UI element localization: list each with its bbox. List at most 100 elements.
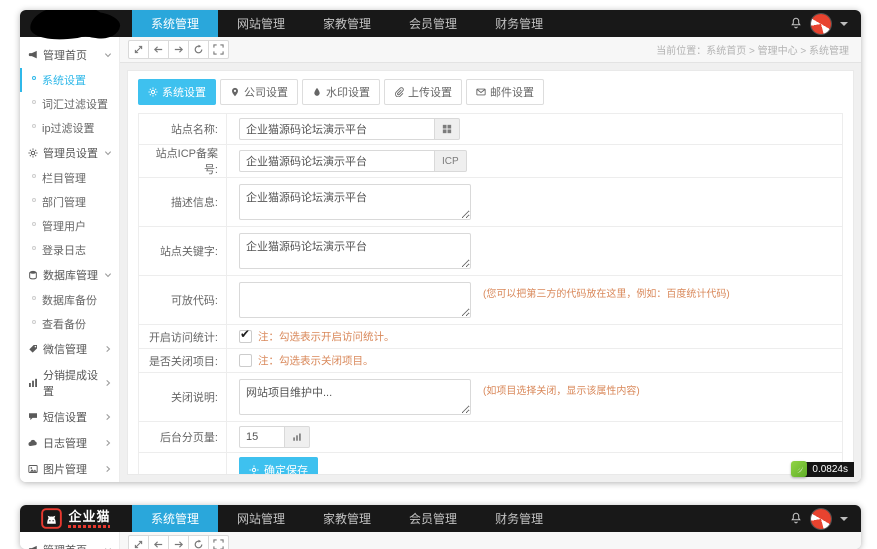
bullet-dot bbox=[32, 246, 36, 250]
sidebar-group-database[interactable]: 数据库管理 bbox=[20, 262, 119, 288]
sidebar-item-system-settings[interactable]: 系统设置 bbox=[20, 68, 119, 92]
cat-logo-icon bbox=[41, 508, 62, 529]
brand-logo[interactable]: 企业猫 bbox=[20, 505, 132, 532]
sidebar-item-admin-users[interactable]: 管理用户 bbox=[20, 214, 119, 238]
close-note-textarea[interactable]: 网站项目维护中... bbox=[239, 379, 471, 415]
forward-arrow-button[interactable] bbox=[168, 535, 189, 549]
chevron-down-icon[interactable] bbox=[840, 517, 848, 525]
nav-tab-finance[interactable]: 财务管理 bbox=[476, 505, 562, 532]
comment-icon bbox=[28, 412, 38, 422]
tab-mail-settings[interactable]: 邮件设置 bbox=[466, 79, 544, 105]
sidebar-item-label: 栏目管理 bbox=[42, 170, 86, 186]
form-row-submit: 确定保存 bbox=[139, 453, 842, 475]
megaphone-icon bbox=[28, 545, 38, 549]
nav-tab-member[interactable]: 会员管理 bbox=[390, 10, 476, 37]
visit-stats-checkbox[interactable] bbox=[239, 330, 252, 343]
nav-tab-website[interactable]: 网站管理 bbox=[218, 505, 304, 532]
field-label: 后台分页量: bbox=[139, 422, 227, 452]
tag-icon bbox=[28, 344, 38, 354]
sidebar-group-admin-settings[interactable]: 管理员设置 bbox=[20, 140, 119, 166]
sidebar-group-commission[interactable]: 分销提成设置 bbox=[20, 362, 119, 404]
cloud-icon bbox=[28, 438, 38, 448]
bullet-dot bbox=[32, 320, 36, 324]
resize-diagonal-button[interactable] bbox=[128, 535, 149, 549]
toolbar-button-group bbox=[128, 535, 229, 549]
sidebar-group-admin-home[interactable]: 管理首页 bbox=[20, 537, 119, 549]
save-button[interactable]: 确定保存 bbox=[239, 457, 318, 475]
bar-chart-icon bbox=[28, 378, 38, 388]
nav-tab-system[interactable]: 系统管理 bbox=[132, 505, 218, 532]
refresh-button[interactable] bbox=[188, 535, 209, 549]
grid-addon-button[interactable] bbox=[435, 118, 460, 140]
sidebar-item-db-backup[interactable]: 数据库备份 bbox=[20, 288, 119, 312]
content-area: 当前位置：系统首页 > 管理中心 > 系统管理 系统设置 公司设置 bbox=[120, 37, 861, 482]
page-speed-indicator: 0.0824s bbox=[791, 461, 854, 477]
chevron-down-icon bbox=[104, 271, 112, 279]
close-project-checkbox[interactable] bbox=[239, 354, 252, 367]
user-avatar[interactable] bbox=[811, 14, 831, 34]
breadcrumb: 当前位置：系统首页 > 管理中心 > 系统管理 bbox=[656, 42, 849, 57]
nav-right-cluster bbox=[790, 10, 861, 37]
nav-tab-system[interactable]: 系统管理 bbox=[132, 10, 218, 37]
back-arrow-button[interactable] bbox=[148, 40, 169, 59]
tab-watermark-settings[interactable]: 水印设置 bbox=[302, 79, 380, 105]
tab-system-settings[interactable]: 系统设置 bbox=[138, 79, 216, 105]
icp-number-input[interactable] bbox=[239, 150, 435, 172]
forward-arrow-button[interactable] bbox=[168, 40, 189, 59]
sidebar-group-logs[interactable]: 日志管理 bbox=[20, 430, 119, 456]
description-textarea[interactable]: 企业猫源码论坛演示平台 bbox=[239, 184, 471, 220]
sidebar-group-wechat[interactable]: 微信管理 bbox=[20, 336, 119, 362]
sidebar-group-admin-home[interactable]: 管理首页 bbox=[20, 42, 119, 68]
form-row-page-size: 后台分页量: bbox=[139, 422, 842, 453]
nav-tab-website[interactable]: 网站管理 bbox=[218, 10, 304, 37]
field-label: 关闭说明: bbox=[139, 373, 227, 421]
keywords-textarea[interactable]: 企业猫源码论坛演示平台 bbox=[239, 233, 471, 269]
toolbar-button-group bbox=[128, 40, 229, 59]
form-row-description: 描述信息: 企业猫源码论坛演示平台 bbox=[139, 178, 842, 227]
user-avatar[interactable] bbox=[811, 509, 831, 529]
sidebar-item-label: 管理用户 bbox=[42, 218, 86, 234]
tab-label: 公司设置 bbox=[244, 84, 288, 100]
tab-label: 系统设置 bbox=[162, 84, 206, 100]
settings-form: 站点名称: 站点ICP备案号: bbox=[138, 113, 843, 475]
top-navbar: 系统管理 网站管理 家教管理 会员管理 财务管理 bbox=[20, 10, 861, 37]
sidebar-group-images[interactable]: 图片管理 bbox=[20, 456, 119, 482]
envelope-icon bbox=[476, 87, 486, 97]
sidebar-item-word-filter[interactable]: 词汇过滤设置 bbox=[20, 92, 119, 116]
sidebar-item-label: 登录日志 bbox=[42, 242, 86, 258]
page-size-input[interactable] bbox=[239, 426, 285, 448]
panel-wrap: 系统设置 公司设置 水印设置 上传设置 bbox=[120, 63, 861, 482]
image-icon bbox=[28, 464, 38, 474]
sidebar-item-label: 系统设置 bbox=[42, 72, 86, 88]
sidebar-item-dept-mgmt[interactable]: 部门管理 bbox=[20, 190, 119, 214]
field-label: 站点关键字: bbox=[139, 227, 227, 275]
bell-icon[interactable] bbox=[790, 512, 802, 525]
field-label: 可放代码: bbox=[139, 276, 227, 324]
fullscreen-button[interactable] bbox=[208, 535, 229, 549]
bell-icon[interactable] bbox=[790, 17, 802, 30]
chevron-down-icon[interactable] bbox=[840, 22, 848, 30]
sidebar-item-label: 数据库备份 bbox=[42, 292, 97, 308]
nav-tab-tutor[interactable]: 家教管理 bbox=[304, 505, 390, 532]
chevron-right-icon bbox=[104, 413, 112, 421]
site-name-input[interactable] bbox=[239, 118, 435, 140]
nav-tab-tutor[interactable]: 家教管理 bbox=[304, 10, 390, 37]
embed-code-textarea[interactable] bbox=[239, 282, 471, 318]
sidebar-item-ip-filter[interactable]: ip过滤设置 bbox=[20, 116, 119, 140]
sidebar-group-label: 短信设置 bbox=[43, 409, 87, 425]
sidebar-item-column-mgmt[interactable]: 栏目管理 bbox=[20, 166, 119, 190]
bullet-dot bbox=[32, 296, 36, 300]
bullet-dot bbox=[32, 124, 36, 128]
tab-company-settings[interactable]: 公司设置 bbox=[220, 79, 298, 105]
sidebar-group-label: 管理首页 bbox=[43, 47, 87, 63]
sidebar-group-sms[interactable]: 短信设置 bbox=[20, 404, 119, 430]
sidebar-item-view-backup[interactable]: 查看备份 bbox=[20, 312, 119, 336]
nav-tab-finance[interactable]: 财务管理 bbox=[476, 10, 562, 37]
tab-upload-settings[interactable]: 上传设置 bbox=[384, 79, 462, 105]
back-arrow-button[interactable] bbox=[148, 535, 169, 549]
resize-diagonal-button[interactable] bbox=[128, 40, 149, 59]
refresh-button[interactable] bbox=[188, 40, 209, 59]
sidebar-item-login-log[interactable]: 登录日志 bbox=[20, 238, 119, 262]
nav-tab-member[interactable]: 会员管理 bbox=[390, 505, 476, 532]
fullscreen-button[interactable] bbox=[208, 40, 229, 59]
